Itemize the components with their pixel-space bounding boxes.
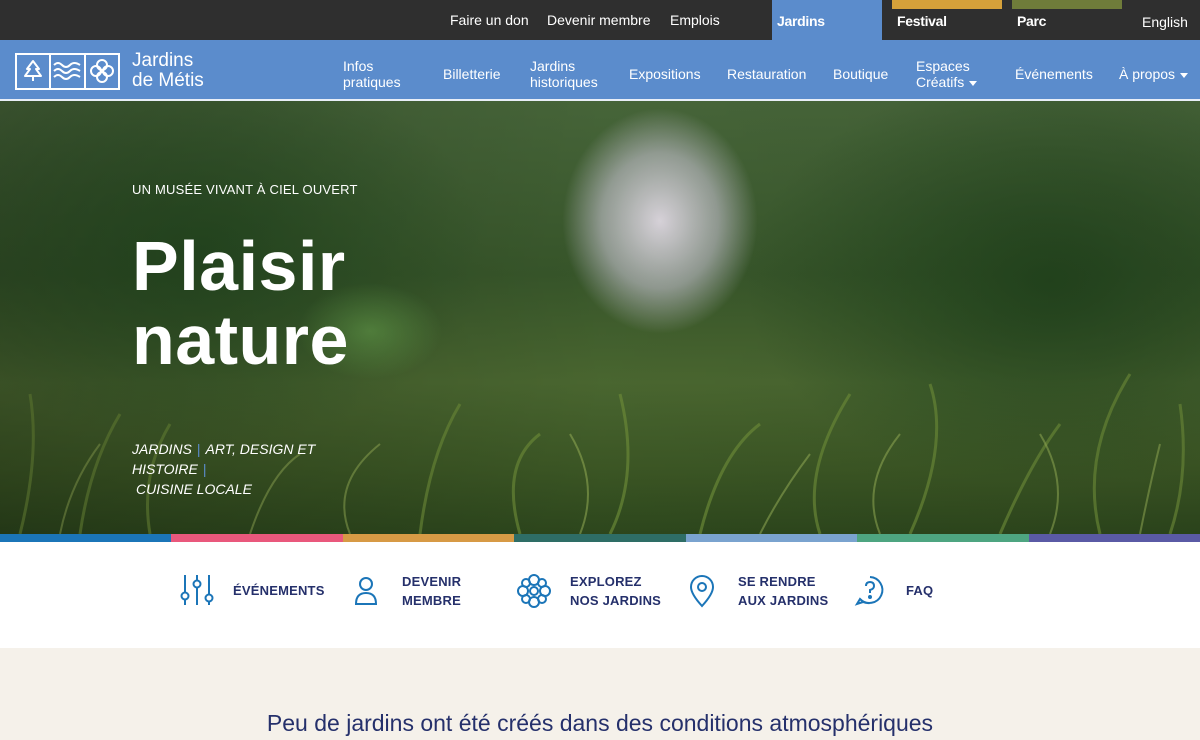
quick-link-line: NOS JARDINS (570, 593, 662, 608)
color-strip (0, 534, 1200, 542)
site-logo[interactable]: Jardins de Métis (15, 51, 204, 91)
tag-separator: | (202, 461, 207, 477)
flower-logo-icon (86, 55, 118, 88)
chevron-down-icon (1180, 72, 1189, 78)
quick-link-devenir-membre[interactable]: DEVENIR MEMBRE (348, 572, 461, 610)
hero-eyebrow: UN MUSÉE VIVANT À CIEL OUVERT (132, 182, 358, 197)
nav-label: pratiques (343, 74, 401, 90)
map-pin-icon (684, 573, 720, 609)
site-tab-label: Festival (897, 13, 947, 29)
color-segment (685, 534, 858, 542)
chevron-down-icon (969, 80, 978, 86)
nav-label: Jardins (530, 58, 576, 74)
brand-name: Jardins de Métis (132, 51, 204, 91)
hero-title-line-1: Plaisir (132, 227, 346, 305)
nav-jardins-historiques[interactable]: Jardins historiques (530, 58, 598, 90)
color-segment (1028, 534, 1200, 542)
intro-section: Peu de jardins ont été créés dans des co… (0, 648, 1200, 740)
nav-label: historiques (530, 74, 598, 90)
donate-link[interactable]: Faire un don (450, 12, 529, 28)
sliders-icon (179, 572, 215, 608)
color-segment (514, 534, 686, 542)
language-switch-link[interactable]: English (1142, 14, 1188, 30)
color-segment (342, 534, 515, 542)
quick-link-label: DEVENIR MEMBRE (402, 572, 461, 610)
hero-tag: CUISINE LOCALE (136, 481, 252, 497)
jobs-link[interactable]: Emplois (670, 12, 720, 28)
quick-link-line: FAQ (906, 582, 934, 598)
quick-link-line: AUX JARDINS (738, 593, 829, 608)
site-tab-label: Jardins (777, 13, 825, 29)
nav-evenements[interactable]: Événements (1015, 66, 1093, 82)
become-member-link[interactable]: Devenir membre (547, 12, 650, 28)
color-segment (857, 534, 1029, 542)
hero-banner: UN MUSÉE VIVANT À CIEL OUVERT Plaisir na… (0, 101, 1200, 534)
quick-link-line: EXPLOREZ (570, 574, 642, 589)
brand-line-2: de Métis (132, 70, 204, 91)
nav-label: Créatifs (916, 74, 965, 90)
nav-label: À propos (1119, 66, 1176, 82)
hero-tags: JARDINS | ART, DESIGN ET HISTOIRE | CUISINE … (132, 439, 382, 499)
nav-infos-pratiques[interactable]: Infos pratiques (343, 58, 401, 90)
waves-icon (51, 54, 86, 88)
tree-icon (17, 54, 52, 88)
color-segment (0, 534, 172, 542)
main-nav: Jardins de Métis Infos pratiques Billett… (0, 40, 1200, 101)
intro-text: Peu de jardins ont été créés dans des co… (266, 710, 934, 736)
hero-title-line-2: nature (132, 301, 349, 379)
quick-link-explorez[interactable]: EXPLOREZ NOS JARDINS (516, 572, 661, 610)
nav-restauration[interactable]: Restauration (727, 66, 806, 82)
quick-link-label: SE RENDRE AUX JARDINS (738, 572, 828, 610)
quick-link-evenements[interactable]: ÉVÉNEMENTS (179, 572, 325, 608)
tag-separator: | (196, 441, 201, 457)
hero-tag: JARDINS (132, 441, 192, 457)
nav-expositions[interactable]: Expositions (629, 66, 701, 82)
site-tab-parc[interactable]: Parc (1012, 0, 1122, 40)
nav-boutique[interactable]: Boutique (833, 66, 888, 82)
hero-title: Plaisir nature (132, 229, 349, 377)
nav-label: Espaces (916, 58, 970, 74)
quick-link-line: MEMBRE (402, 593, 461, 608)
site-tab-jardins[interactable]: Jardins (772, 0, 882, 40)
quick-link-faq[interactable]: FAQ (852, 572, 933, 608)
quick-link-line: DEVENIR (402, 574, 462, 589)
site-tab-festival[interactable]: Festival (892, 0, 1002, 40)
site-tab-label: Parc (1017, 13, 1047, 29)
quick-link-se-rendre[interactable]: SE RENDRE AUX JARDINS (684, 572, 828, 610)
brand-line-1: Jardins (132, 50, 194, 71)
question-icon (852, 572, 888, 608)
quick-link-label: EXPLOREZ NOS JARDINS (570, 572, 661, 610)
tab-accent (892, 0, 1002, 9)
nav-a-propos[interactable]: À propos (1119, 66, 1189, 82)
nav-espaces-creatifs[interactable]: Espaces Créatifs (916, 58, 978, 90)
quick-link-line: SE RENDRE (738, 574, 816, 589)
utility-bar: Faire un don Devenir membre Emplois Jard… (0, 0, 1200, 40)
nav-billetterie[interactable]: Billetterie (443, 66, 501, 82)
nav-label: Infos (343, 58, 374, 74)
quick-links-bar: ÉVÉNEMENTS DEVENIR MEMBRE EXPLOREZ NOS J… (0, 542, 1200, 648)
flower-icon (516, 573, 552, 609)
quick-link-label: ÉVÉNEMENTS (233, 581, 325, 600)
quick-link-line: ÉVÉNEMENTS (233, 582, 325, 598)
quick-link-label: FAQ (906, 581, 933, 600)
color-segment (171, 534, 343, 542)
logo-mark (15, 52, 120, 90)
user-icon (348, 573, 384, 609)
tab-accent (1012, 0, 1122, 9)
